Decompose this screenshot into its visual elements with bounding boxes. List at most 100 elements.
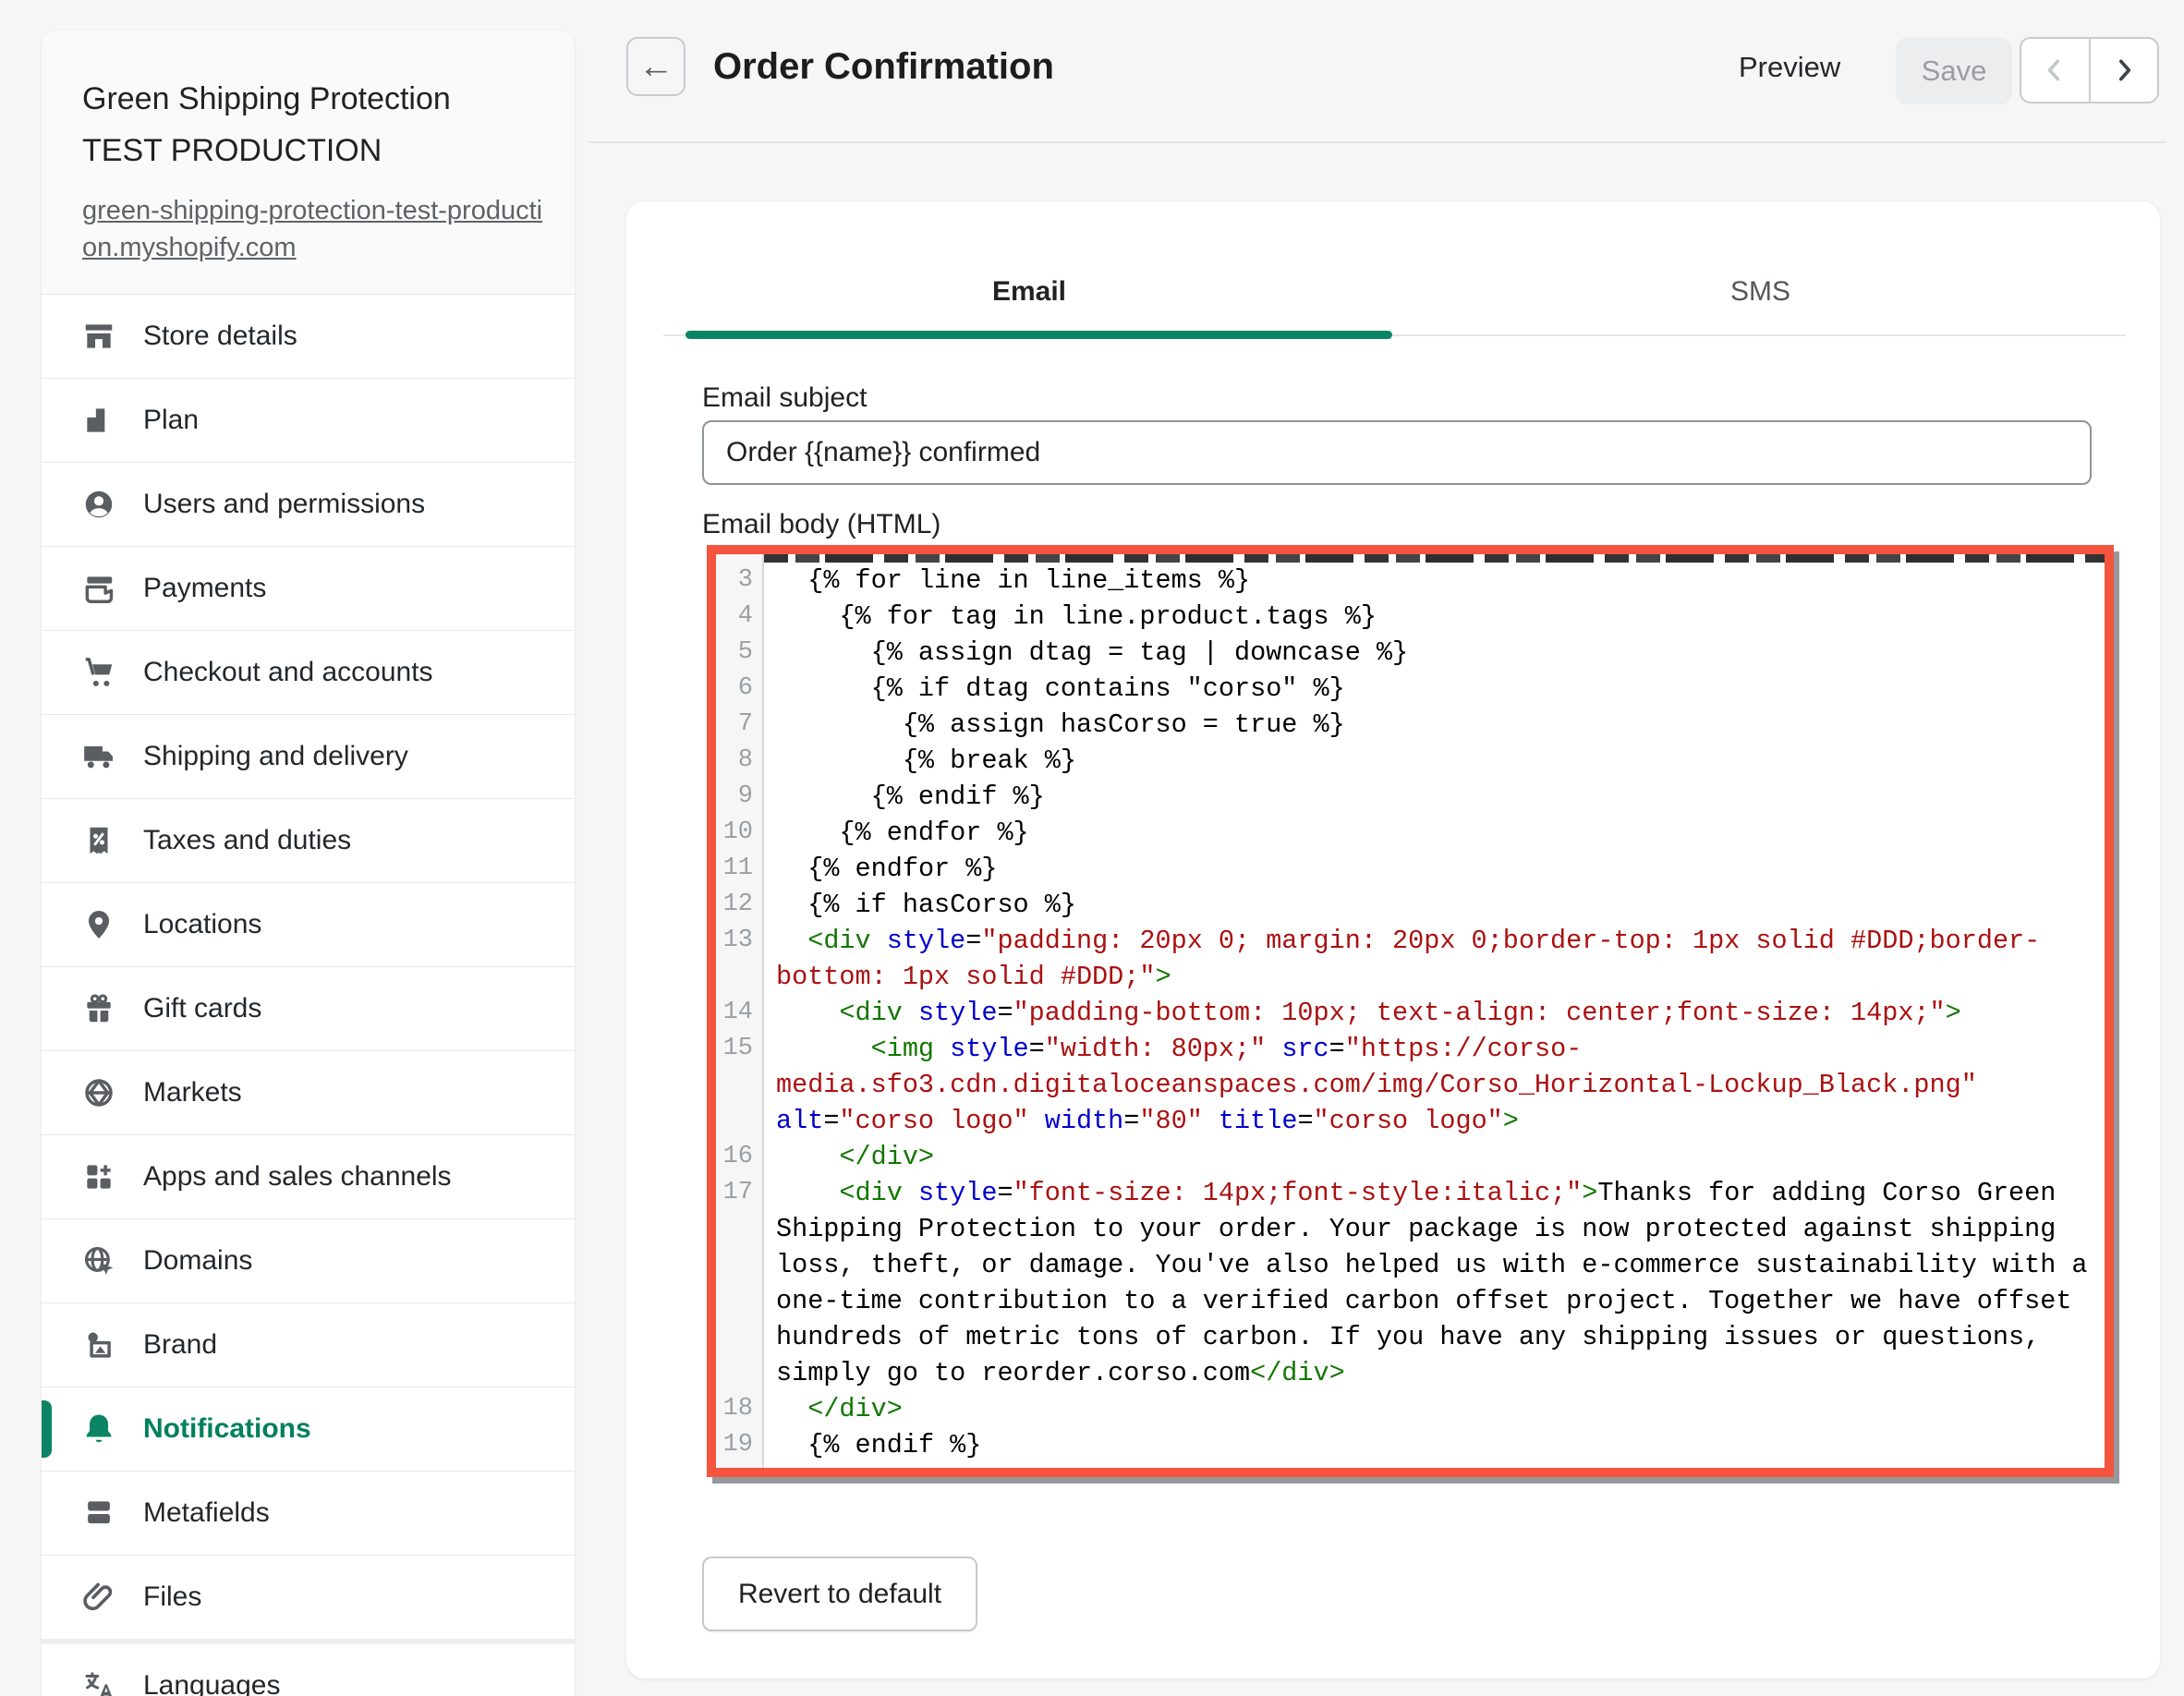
tab-sms[interactable]: SMS [1395, 253, 2126, 331]
email-body-editor[interactable]: 3 {% for line in line_items %}4 {% for t… [707, 545, 2114, 1477]
sidebar-item-store-details[interactable]: Store details [42, 295, 575, 378]
sidebar: Green Shipping Protection TEST PRODUCTIO… [42, 30, 575, 1696]
location-pin-icon [80, 906, 117, 943]
code-line-content: {% endfor %} [764, 851, 2096, 887]
sidebar-item-files[interactable]: Files [42, 1555, 575, 1639]
code-line-content: {% endfor %} [764, 815, 2096, 851]
sidebar-item-label: Gift cards [143, 993, 261, 1024]
code-line-7: 7 {% assign hasCorso = true %} [716, 707, 2105, 743]
sidebar-item-languages[interactable]: Languages [42, 1639, 575, 1696]
gift-icon [80, 990, 117, 1027]
sidebar-item-label: Payments [143, 573, 266, 604]
code-line-14: 14 <div style="padding-bottom: 10px; tex… [716, 995, 2105, 1031]
line-number: 5 [716, 635, 762, 671]
line-number: 3 [716, 563, 762, 599]
apps-icon [80, 1158, 117, 1195]
code-line-content: {% assign dtag = tag | downcase %} [764, 635, 2096, 671]
code-line-content: </div> [764, 1391, 2096, 1427]
preview-button[interactable]: Preview [1739, 51, 1840, 84]
code-editor-body: 3 {% for line in line_items %}4 {% for t… [716, 554, 2105, 1468]
line-number: 11 [716, 851, 762, 887]
bell-icon [80, 1411, 117, 1448]
metafields-icon [80, 1495, 117, 1532]
line-number: 14 [716, 995, 762, 1031]
translate-icon [80, 1667, 117, 1696]
store-header: Green Shipping Protection TEST PRODUCTIO… [42, 30, 575, 295]
sidebar-item-label: Taxes and duties [143, 825, 351, 856]
sidebar-item-markets[interactable]: Markets [42, 1050, 575, 1134]
email-subject-label: Email subject [702, 382, 867, 414]
sidebar-item-gift-cards[interactable]: Gift cards [42, 966, 575, 1050]
previous-notification-button[interactable] [2021, 39, 2091, 102]
paperclip-icon [80, 1579, 117, 1616]
receipt-percent-icon [80, 822, 117, 859]
line-number: 13 [716, 923, 762, 959]
sidebar-item-domains[interactable]: Domains [42, 1218, 575, 1302]
sidebar-item-label: Checkout and accounts [143, 657, 433, 688]
user-icon [80, 486, 117, 523]
sidebar-item-payments[interactable]: Payments [42, 546, 575, 630]
code-line-content: {% for line in line_items %} [764, 563, 2096, 599]
sidebar-item-label: Languages [143, 1670, 280, 1696]
active-item-indicator [42, 1400, 52, 1458]
sidebar-item-users-and-permissions[interactable]: Users and permissions [42, 462, 575, 546]
save-button[interactable]: Save [1896, 38, 2012, 104]
sidebar-item-shipping-and-delivery[interactable]: Shipping and delivery [42, 714, 575, 798]
sidebar-item-label: Plan [143, 405, 199, 436]
sidebar-item-label: Markets [143, 1077, 242, 1108]
line-number: 16 [716, 1139, 762, 1175]
payments-icon [80, 570, 117, 607]
line-number: 12 [716, 887, 762, 923]
truck-icon [80, 738, 117, 775]
sidebar-item-taxes-and-duties[interactable]: Taxes and duties [42, 798, 575, 882]
sidebar-item-locations[interactable]: Locations [42, 882, 575, 966]
code-line-19: 19 {% endif %} [716, 1427, 2105, 1463]
email-subject-input[interactable] [702, 420, 2092, 485]
cart-icon [80, 654, 117, 691]
code-line-10: 10 {% endfor %} [716, 815, 2105, 851]
sidebar-item-plan[interactable]: Plan [42, 378, 575, 462]
tab-email[interactable]: Email [663, 253, 1395, 331]
code-line-content: {% endif %} [764, 1427, 2096, 1463]
code-lines: 3 {% for line in line_items %}4 {% for t… [716, 563, 2105, 1463]
line-number: 7 [716, 707, 762, 743]
code-line-content: {% endif %} [764, 779, 2096, 815]
line-number: 15 [716, 1031, 762, 1067]
revert-to-default-button[interactable]: Revert to default [702, 1557, 977, 1631]
email-body-label: Email body (HTML) [702, 509, 940, 540]
code-line-12: 12 {% if hasCorso %} [716, 887, 2105, 923]
globe-compass-icon [80, 1074, 117, 1111]
code-line-content: <img style="width: 80px;" src="https://c… [764, 1031, 2096, 1139]
sidebar-item-apps-and-sales-channels[interactable]: Apps and sales channels [42, 1134, 575, 1218]
code-line-content: </div> [764, 1139, 2096, 1175]
sidebar-item-notifications[interactable]: Notifications [42, 1387, 575, 1471]
code-line-11: 11 {% endfor %} [716, 851, 2105, 887]
line-number: 18 [716, 1391, 762, 1427]
sidebar-item-label: Metafields [143, 1497, 270, 1529]
sidebar-item-label: Files [143, 1581, 201, 1613]
store-url-link[interactable]: green-shipping-protection-test-productio… [82, 192, 544, 266]
store-name: Green Shipping Protection TEST PRODUCTIO… [82, 73, 479, 176]
next-notification-button[interactable] [2091, 39, 2158, 102]
code-line-content: {% assign hasCorso = true %} [764, 707, 2096, 743]
code-line-content: {% break %} [764, 743, 2096, 779]
sidebar-menu: Store details Plan Users and permissions Pa… [42, 295, 575, 1696]
back-button[interactable]: ← [626, 37, 686, 96]
sidebar-item-label: Store details [143, 321, 297, 352]
sidebar-item-label: Brand [143, 1329, 217, 1361]
code-line-8: 8 {% break %} [716, 743, 2105, 779]
sidebar-item-label: Locations [143, 909, 261, 940]
sidebar-item-metafields[interactable]: Metafields [42, 1471, 575, 1555]
globe-arrow-icon [80, 1242, 117, 1279]
line-number: 17 [716, 1175, 762, 1211]
sidebar-item-brand[interactable]: Brand [42, 1302, 575, 1387]
code-line-15: 15 <img style="width: 80px;" src="https:… [716, 1031, 2105, 1139]
prev-next-button-group [2020, 37, 2159, 103]
code-line-17: 17 <div style="font-size: 14px;font-styl… [716, 1175, 2105, 1391]
code-line-6: 6 {% if dtag contains "corso" %} [716, 671, 2105, 707]
sidebar-item-checkout-and-accounts[interactable]: Checkout and accounts [42, 630, 575, 714]
line-number: 4 [716, 599, 762, 635]
image-icon [80, 1327, 117, 1363]
sidebar-item-label: Shipping and delivery [143, 741, 408, 772]
code-line-content: <div style="padding-bottom: 10px; text-a… [764, 995, 2096, 1031]
